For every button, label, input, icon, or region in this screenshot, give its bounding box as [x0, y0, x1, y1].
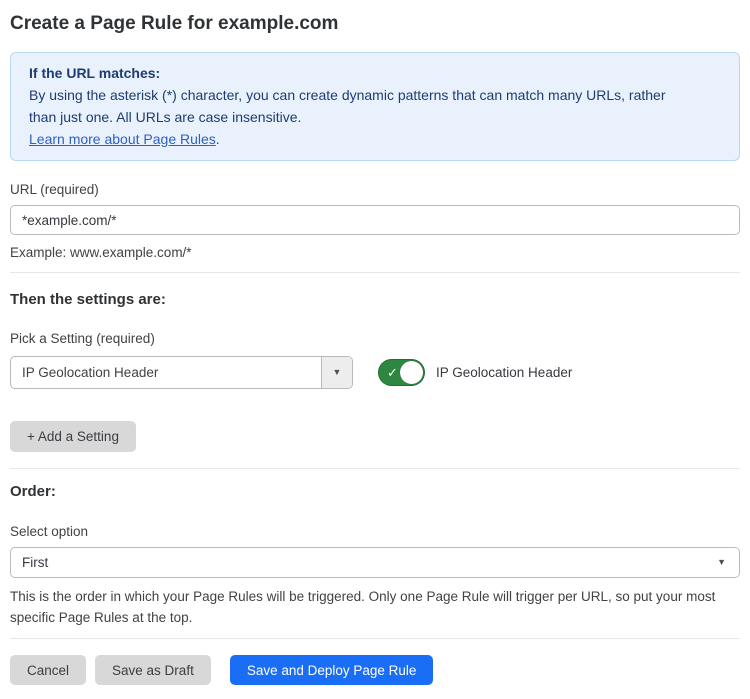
link-suffix-period: .	[216, 131, 220, 147]
divider	[10, 638, 740, 639]
pick-setting-label: Pick a Setting (required)	[10, 330, 740, 347]
page-title: Create a Page Rule for example.com	[10, 12, 740, 36]
ip-geolocation-toggle[interactable]: ✓	[378, 359, 425, 386]
learn-more-link[interactable]: Learn more about Page Rules	[29, 131, 216, 147]
setting-dropdown-value: IP Geolocation Header	[11, 357, 321, 388]
url-matches-info-box: If the URL matches: By using the asteris…	[10, 52, 740, 161]
create-page-rule-form: Create a Page Rule for example.com If th…	[0, 12, 750, 685]
order-select-value: First	[22, 555, 48, 570]
chevron-down-icon: ▼	[333, 368, 342, 377]
toggle-knob	[400, 361, 423, 384]
info-box-link-line: Learn more about Page Rules.	[29, 128, 721, 150]
check-icon: ✓	[387, 366, 398, 379]
settings-section-heading: Then the settings are:	[10, 290, 740, 309]
toggle-label: IP Geolocation Header	[436, 365, 572, 380]
footer-actions: Cancel Save as Draft Save and Deploy Pag…	[10, 655, 740, 685]
order-section-heading: Order:	[10, 482, 740, 501]
url-label: URL (required)	[10, 181, 740, 198]
info-box-heading: If the URL matches:	[29, 62, 721, 84]
divider	[10, 468, 740, 469]
order-select[interactable]: First ▼	[10, 547, 740, 578]
cancel-button[interactable]: Cancel	[10, 655, 86, 685]
divider	[10, 272, 740, 273]
info-box-body: By using the asterisk (*) character, you…	[29, 84, 689, 128]
setting-dropdown-arrow-button[interactable]: ▼	[321, 357, 352, 388]
select-option-label: Select option	[10, 523, 740, 540]
url-input[interactable]	[10, 205, 740, 235]
setting-row: IP Geolocation Header ▼ ✓ IP Geolocation…	[10, 356, 740, 389]
url-helper-text: Example: www.example.com/*	[10, 242, 740, 263]
setting-dropdown[interactable]: IP Geolocation Header ▼	[10, 356, 353, 389]
save-and-deploy-button[interactable]: Save and Deploy Page Rule	[230, 655, 434, 685]
save-as-draft-button[interactable]: Save as Draft	[95, 655, 211, 685]
chevron-down-icon: ▼	[717, 558, 726, 567]
add-setting-button[interactable]: + Add a Setting	[10, 421, 136, 452]
order-helper-text: This is the order in which your Page Rul…	[10, 586, 740, 628]
